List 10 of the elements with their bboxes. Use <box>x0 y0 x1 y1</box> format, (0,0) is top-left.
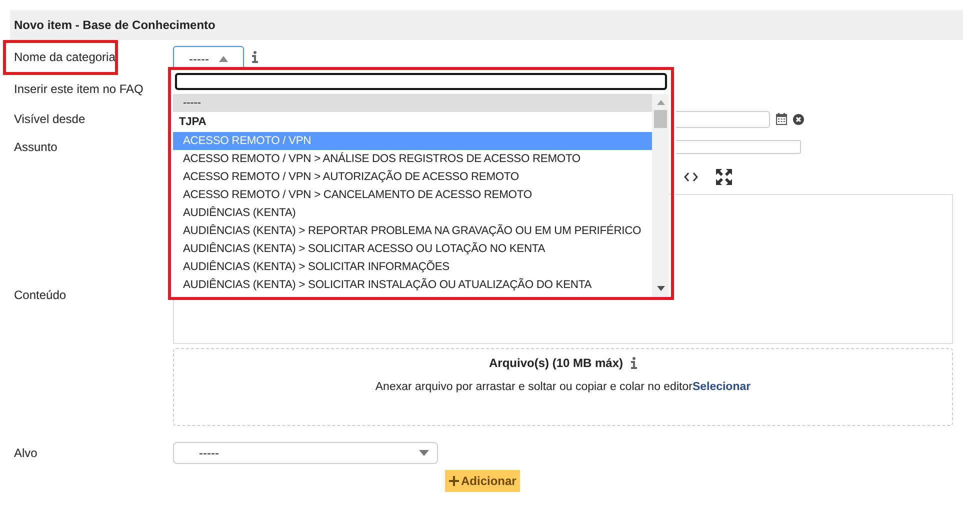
field-label: Nome da categoria <box>13 49 116 66</box>
panel-title: Novo item - Base de Conhecimento <box>14 17 216 34</box>
attachment-hint: Anexar arquivo por arrastar e soltar ou copiar e colar no editor <box>375 380 692 395</box>
attachment-title: Arquivo(s) (10 MB máx) <box>488 355 624 372</box>
field-label: Assunto <box>13 139 58 156</box>
field-label: Visível desde <box>13 111 86 128</box>
option-group-label: TJPA <box>178 115 208 130</box>
field-label: Conteúdo <box>13 287 66 304</box>
field-label: Inserir este item no FAQ <box>13 81 144 98</box>
field-label: Alvo <box>13 445 38 462</box>
